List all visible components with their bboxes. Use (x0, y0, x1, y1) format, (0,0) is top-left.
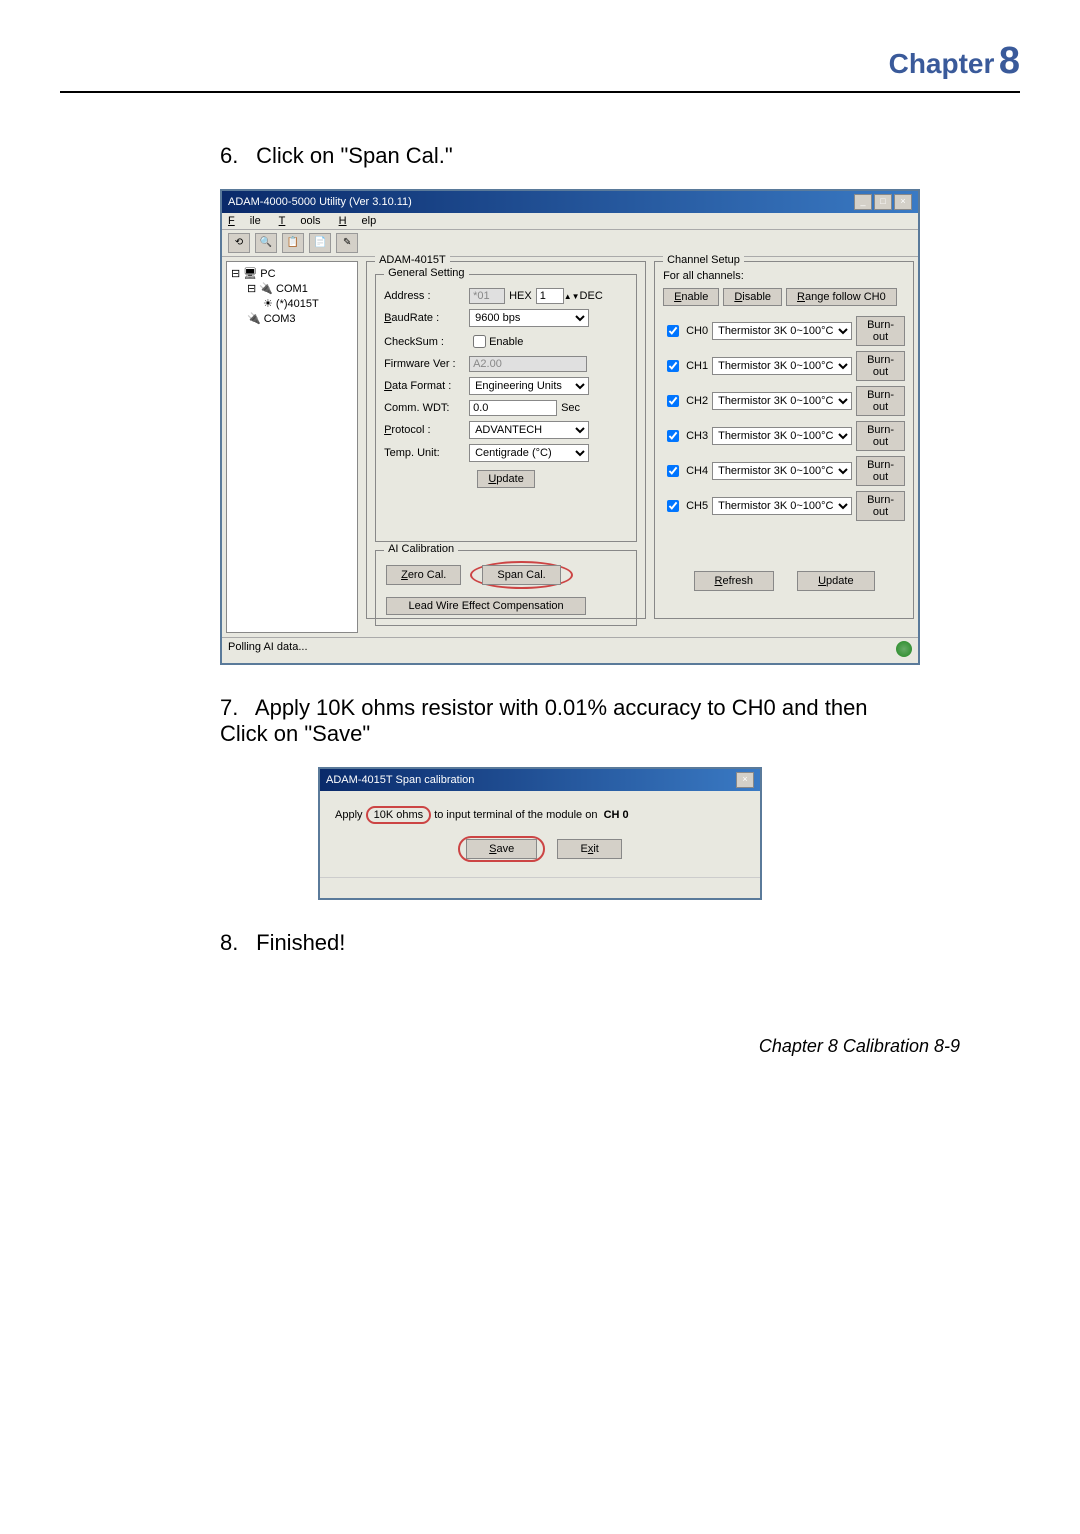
dataformat-label: Data Format : (384, 380, 469, 392)
status-text: Polling AI data... (228, 641, 308, 660)
disable-all-button[interactable]: Disable (723, 288, 782, 306)
step-7: 7. Apply 10K ohms resistor with 0.01% ac… (220, 695, 920, 747)
dialog-title: ADAM-4015T Span calibration (326, 774, 474, 786)
baudrate-select[interactable]: 9600 bps (469, 309, 589, 327)
menu-help[interactable]: Help (339, 215, 377, 227)
ch2-checkbox[interactable] (667, 395, 679, 407)
ch3-checkbox[interactable] (667, 430, 679, 442)
ch5-checkbox[interactable] (667, 500, 679, 512)
ch3-range-select[interactable]: Thermistor 3K 0~100°C (712, 427, 852, 445)
ch4-range-select[interactable]: Thermistor 3K 0~100°C (712, 462, 852, 480)
close-button[interactable]: × (894, 194, 912, 210)
status-icon (896, 641, 912, 657)
tempunit-label: Temp. Unit: (384, 447, 469, 459)
tree-com1[interactable]: ⊟ 🔌 COM1 (231, 281, 353, 296)
step-8: 8. Finished! (220, 930, 920, 956)
tree-pc[interactable]: ⊟ 🖥 PC (231, 266, 353, 281)
search-icon[interactable]: 🔍 (255, 233, 277, 253)
ch4-burnout-button[interactable]: Burn-out (856, 456, 905, 486)
chapter-header: Chapter 8 (60, 40, 1020, 93)
menu-tools[interactable]: Tools (279, 215, 321, 227)
enable-all-button[interactable]: Enable (663, 288, 719, 306)
dialog-channel: CH 0 (604, 809, 629, 821)
toolbar: ⟲ 🔍 📋 📄 ✎ (222, 230, 918, 257)
channel-update-button[interactable]: Update (797, 571, 874, 591)
apply-label: Apply (335, 809, 363, 821)
dialog-text: to input terminal of the module on (434, 809, 597, 821)
maximize-button[interactable]: □ (874, 194, 892, 210)
protocol-select[interactable]: ADVANTECH (469, 421, 589, 439)
ch1-burnout-button[interactable]: Burn-out (856, 351, 905, 381)
zero-cal-button[interactable]: Zero Cal. (386, 565, 461, 585)
toolbar-icon-4[interactable]: 📄 (309, 233, 331, 253)
step-6: 6. Click on "Span Cal." (220, 143, 920, 169)
ch1-range-select[interactable]: Thermistor 3K 0~100°C (712, 357, 852, 375)
ch0-checkbox[interactable] (667, 325, 679, 337)
checksum-label: CheckSum : (384, 336, 469, 348)
chapter-label: Chapter (889, 48, 995, 79)
baudrate-label: BaudRate : (384, 312, 469, 324)
span-cal-highlight: Span Cal. (470, 561, 572, 589)
protocol-label: Protocol : (384, 424, 469, 436)
span-cal-button[interactable]: Span Cal. (482, 565, 560, 585)
firmware-label: Firmware Ver : (384, 358, 469, 370)
commwdt-input[interactable] (469, 400, 557, 416)
address-label: Address : (384, 290, 469, 302)
minimize-button[interactable]: _ (854, 194, 872, 210)
titlebar: ADAM-4000-5000 Utility (Ver 3.10.11) _ □… (222, 191, 918, 213)
checksum-checkbox[interactable] (473, 335, 486, 348)
firmware-input (469, 356, 587, 372)
ch4-checkbox[interactable] (667, 465, 679, 477)
commwdt-label: Comm. WDT: (384, 402, 469, 414)
menu-file[interactable]: File (228, 215, 261, 227)
channel-refresh-button[interactable]: Refresh (694, 571, 775, 591)
address-dec-input[interactable] (536, 288, 564, 304)
tree-com3[interactable]: 🔌 COM3 (231, 311, 353, 326)
toolbar-icon-5[interactable]: ✎ (336, 233, 358, 253)
channel-row-1: CH1 Thermistor 3K 0~100°C Burn-out (663, 351, 905, 381)
dialog-exit-button[interactable]: Exit (557, 839, 621, 859)
ch5-range-select[interactable]: Thermistor 3K 0~100°C (712, 497, 852, 515)
toolbar-icon-1[interactable]: ⟲ (228, 233, 250, 253)
channel-row-5: CH5 Thermistor 3K 0~100°C Burn-out (663, 491, 905, 521)
ch5-burnout-button[interactable]: Burn-out (856, 491, 905, 521)
ch2-burnout-button[interactable]: Burn-out (856, 386, 905, 416)
for-all-label: For all channels: (663, 270, 905, 282)
save-highlight: Save (458, 836, 545, 862)
dialog-close-button[interactable]: × (736, 772, 754, 788)
general-update-button[interactable]: Update (477, 470, 534, 488)
channel-setup-title: Channel Setup (663, 254, 744, 266)
chapter-number: 8 (999, 40, 1020, 82)
device-tree[interactable]: ⊟ 🖥 PC ⊟ 🔌 COM1 ☀ (*)4015T 🔌 COM3 (226, 261, 358, 633)
lead-wire-button[interactable]: Lead Wire Effect Compensation (386, 597, 586, 615)
menubar[interactable]: File Tools Help (222, 213, 918, 230)
statusbar: Polling AI data... (222, 637, 918, 663)
toolbar-icon-3[interactable]: 📋 (282, 233, 304, 253)
span-calibration-dialog: ADAM-4015T Span calibration × Apply 10K … (318, 767, 762, 900)
range-follow-button[interactable]: Range follow CH0 (786, 288, 897, 306)
page-footer: Chapter 8 Calibration 8-9 (60, 1036, 960, 1057)
tree-device[interactable]: ☀ (*)4015T (231, 296, 353, 311)
general-setting-title: General Setting (384, 267, 468, 279)
module-name: ADAM-4015T (375, 254, 450, 266)
utility-window: ADAM-4000-5000 Utility (Ver 3.10.11) _ □… (220, 189, 920, 665)
resistor-highlight: 10K ohms (366, 806, 432, 824)
ch0-burnout-button[interactable]: Burn-out (856, 316, 905, 346)
dialog-save-button[interactable]: Save (466, 839, 537, 859)
channel-row-2: CH2 Thermistor 3K 0~100°C Burn-out (663, 386, 905, 416)
ch2-range-select[interactable]: Thermistor 3K 0~100°C (712, 392, 852, 410)
window-title: ADAM-4000-5000 Utility (Ver 3.10.11) (228, 196, 412, 208)
channel-row-4: CH4 Thermistor 3K 0~100°C Burn-out (663, 456, 905, 486)
address-hex-input (469, 288, 505, 304)
tempunit-select[interactable]: Centigrade (°C) (469, 444, 589, 462)
ch0-range-select[interactable]: Thermistor 3K 0~100°C (712, 322, 852, 340)
channel-row-0: CH0 Thermistor 3K 0~100°C Burn-out (663, 316, 905, 346)
ch1-checkbox[interactable] (667, 360, 679, 372)
channel-row-3: CH3 Thermistor 3K 0~100°C Burn-out (663, 421, 905, 451)
dataformat-select[interactable]: Engineering Units (469, 377, 589, 395)
ch3-burnout-button[interactable]: Burn-out (856, 421, 905, 451)
ai-calibration-title: AI Calibration (384, 543, 458, 555)
